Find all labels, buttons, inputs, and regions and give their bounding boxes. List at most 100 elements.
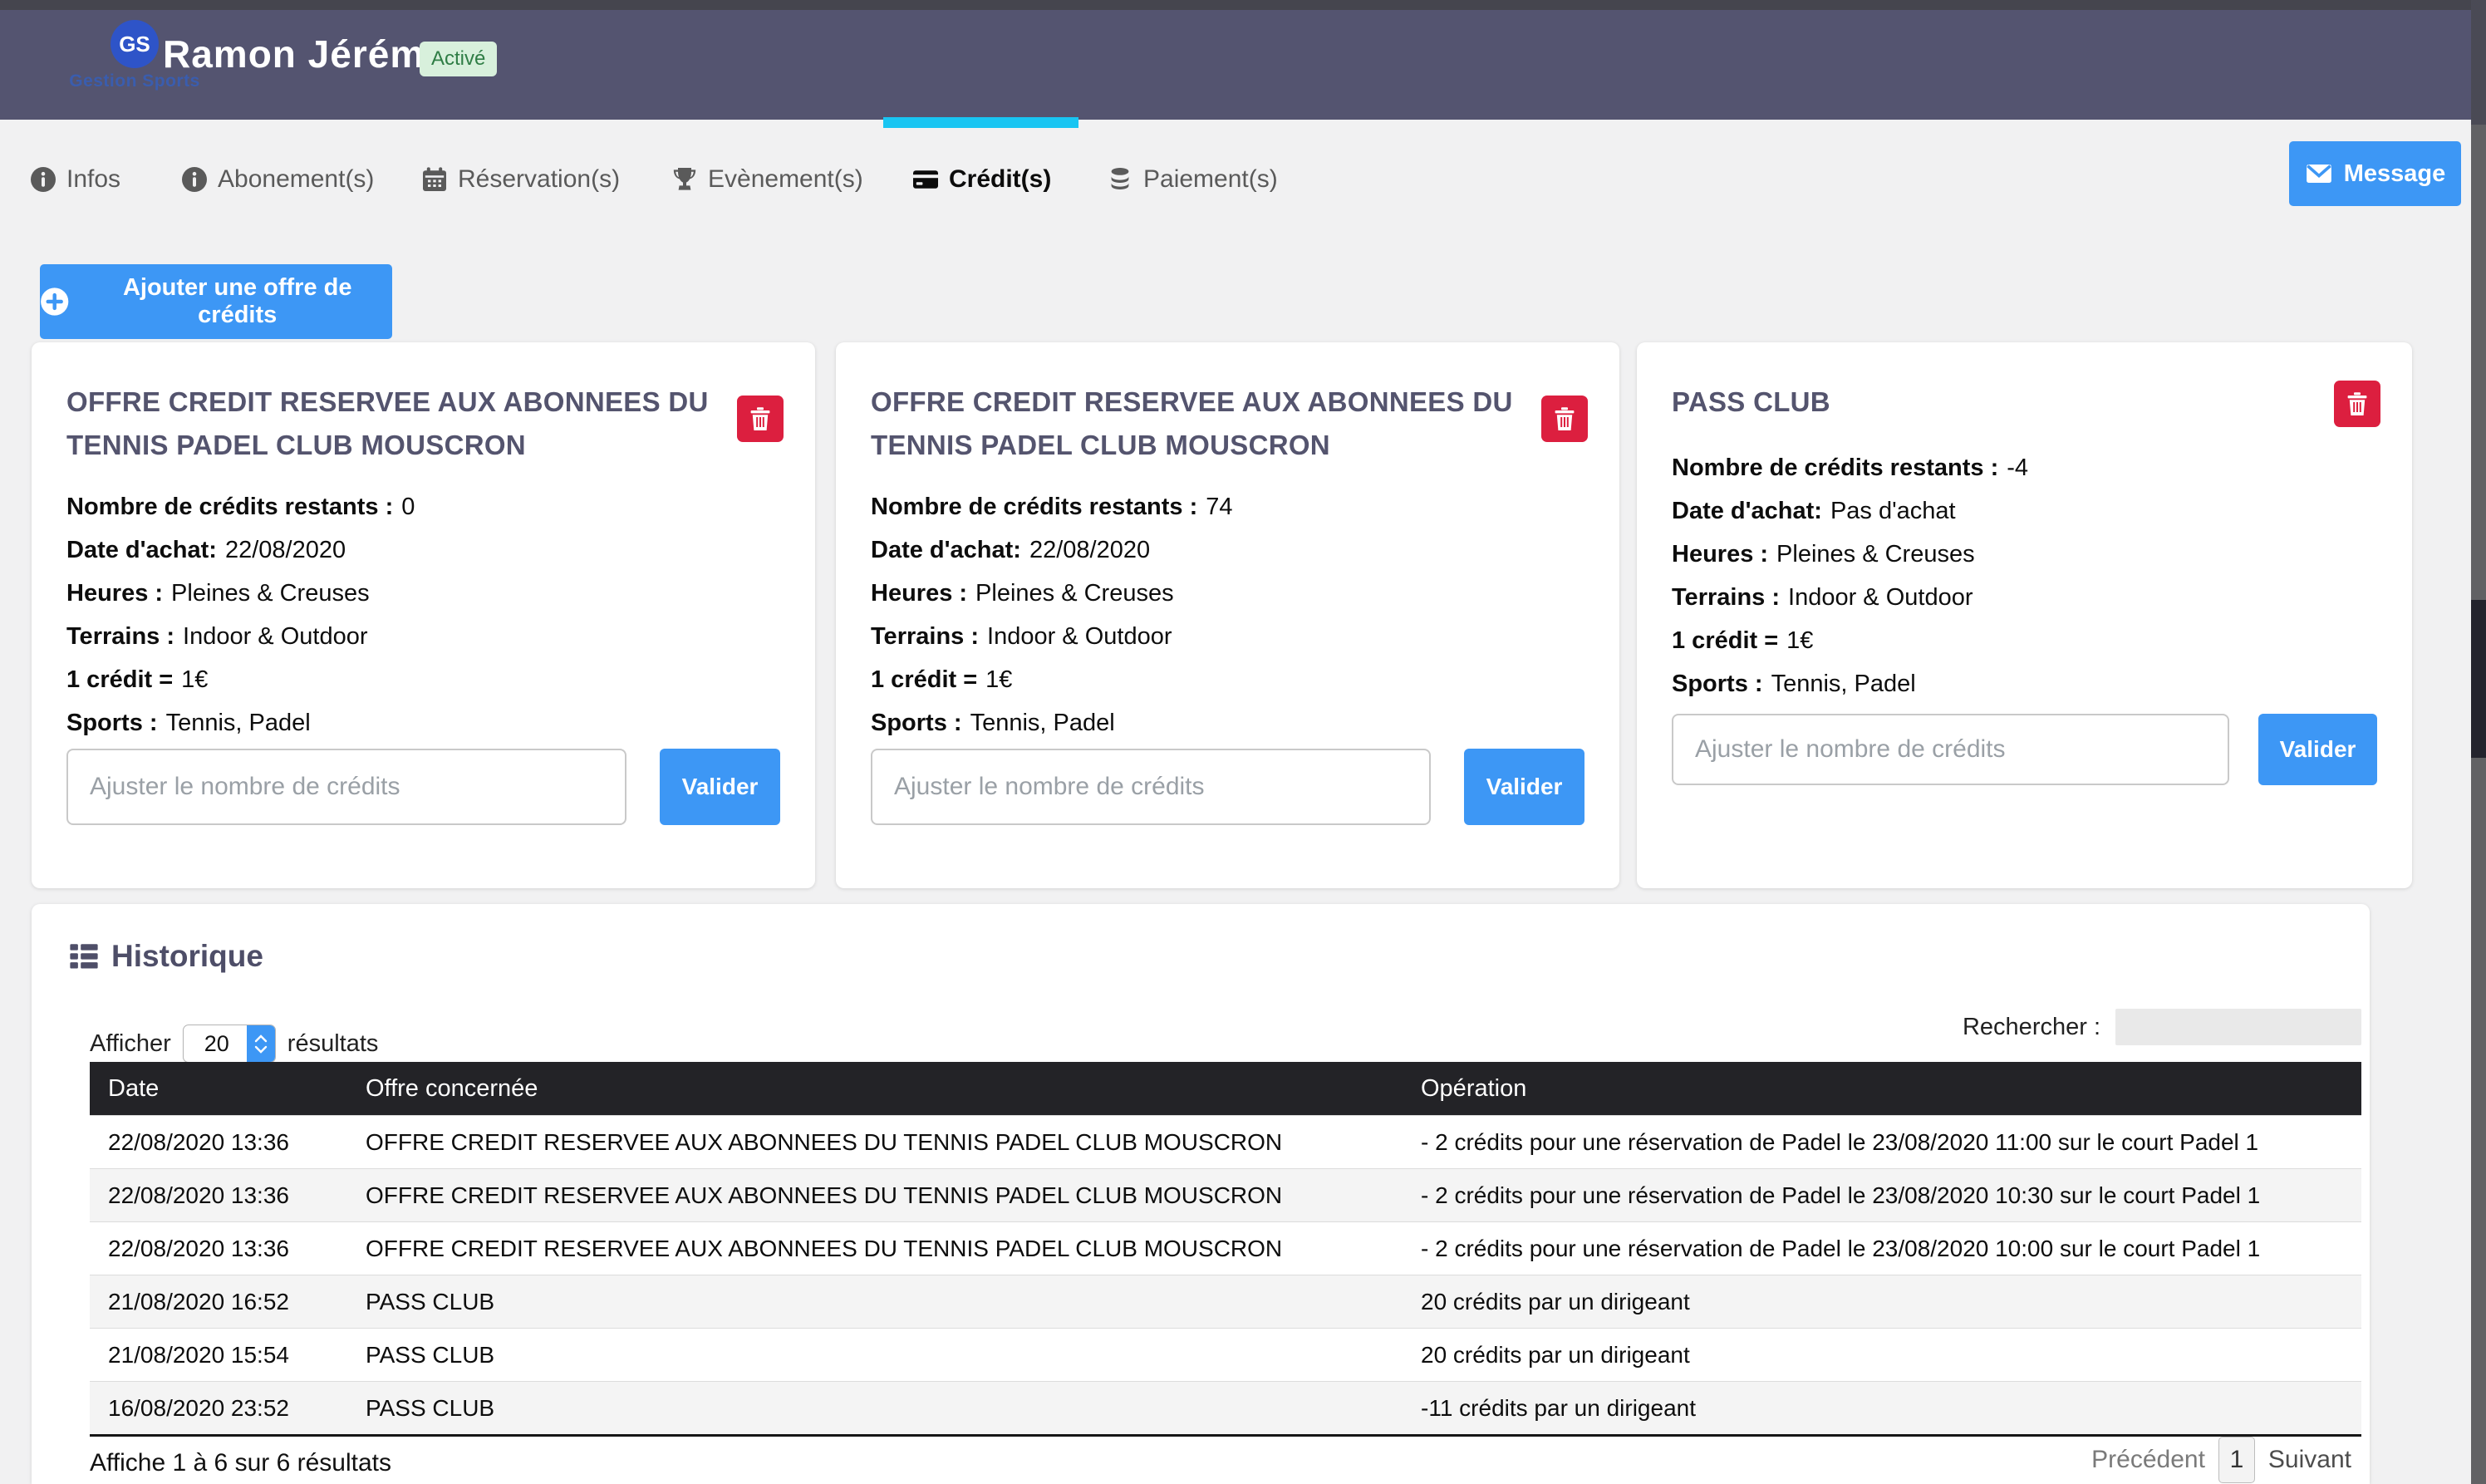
field-sports: Sports : Tennis, Padel [1672,662,2377,705]
field-credit-value: 1 crédit = 1€ [1672,619,2377,662]
cell-offer: OFFRE CREDIT RESERVEE AUX ABONNEES DU TE… [347,1182,1403,1209]
field-label: Heures : [66,580,163,607]
tab-label: Paiement(s) [1143,165,1278,194]
offer-fields: Nombre de crédits restants :0 Date d'ach… [66,485,780,744]
field-label: 1 crédit = [1672,627,1778,655]
cell-date: 16/08/2020 23:52 [90,1395,347,1422]
tab-reservations[interactable]: Réservation(s) [421,156,620,203]
adjust-credits-input[interactable] [1672,714,2229,785]
field-label: Nombre de crédits restants : [871,494,1197,521]
page-size-select[interactable]: 20 [183,1025,276,1063]
tab-credits[interactable]: Crédit(s) [912,156,1051,203]
field-value: 74 [1206,494,1232,521]
show-label: Afficher [90,1030,171,1058]
trash-icon [1551,405,1578,432]
table-row: 22/08/2020 13:36 OFFRE CREDIT RESERVEE A… [90,1168,2361,1221]
tab-infos[interactable]: Infos [30,156,120,203]
cell-offer: PASS CLUB [347,1342,1403,1369]
field-credit-value: 1 crédit =1€ [66,658,780,701]
pagination-page-1[interactable]: 1 [2218,1437,2255,1483]
column-header-operation: Opération [1403,1075,2361,1103]
tab-label: Crédit(s) [949,165,1051,194]
field-credits-remaining: Nombre de crédits restants :-4 [1672,446,2377,489]
scrollbar-track[interactable] [2471,0,2486,1484]
field-value: -4 [2007,455,2028,482]
field-hours: Heures :Pleines & Creuses [1672,533,2377,576]
field-value: Tennis, Padel [1771,671,1916,698]
cell-date: 22/08/2020 13:36 [90,1129,347,1156]
envelope-icon [2305,160,2333,188]
adjust-credits-input[interactable] [871,749,1431,825]
field-label: Heures : [871,580,967,607]
tab-label: Infos [66,165,120,194]
cell-operation: 20 crédits par un dirigeant [1403,1342,2361,1369]
field-value: 1€ [181,666,208,694]
field-label: Date d'achat: [1672,498,1822,525]
field-value: Indoor & Outdoor [987,623,1172,651]
chevron-down-icon [254,1045,268,1054]
field-value: Tennis, Padel [970,710,1115,737]
credit-offer-title: OFFRE CREDIT RESERVEE AUX ABONNEES DU TE… [871,381,1527,467]
field-courts: Terrains :Indoor & Outdoor [1672,576,2377,619]
cell-offer: OFFRE CREDIT RESERVEE AUX ABONNEES DU TE… [347,1236,1403,1262]
pagination-previous[interactable]: Précédent [2091,1446,2205,1474]
field-label: 1 crédit = [871,666,977,694]
delete-offer-button[interactable] [737,396,784,442]
field-label: Terrains : [1672,584,1780,612]
list-icon [68,941,100,972]
trash-icon [747,405,774,432]
history-title: Historique [111,939,263,974]
credit-offer-title: OFFRE CREDIT RESERVEE AUX ABONNEES DU TE… [66,381,723,467]
field-credit-value: 1 crédit =1€ [871,658,1584,701]
search-input[interactable] [2115,1009,2361,1045]
results-label: résultats [287,1030,379,1058]
field-label: Sports : [1672,671,1763,698]
adjust-credits-row: Valider [871,749,1584,825]
cell-date: 22/08/2020 13:36 [90,1182,347,1209]
field-courts: Terrains :Indoor & Outdoor [66,615,780,658]
pagination: Précédent 1 Suivant [2091,1436,2351,1484]
table-row: 16/08/2020 23:52 PASS CLUB -11 crédits p… [90,1381,2361,1434]
field-value: 22/08/2020 [225,537,346,564]
field-value: 1€ [1786,627,1813,655]
table-row: 22/08/2020 13:36 OFFRE CREDIT RESERVEE A… [90,1221,2361,1275]
delete-offer-button[interactable] [1541,396,1588,442]
message-button-label: Message [2344,160,2446,188]
field-credits-remaining: Nombre de crédits restants : 74 [871,485,1584,528]
valider-button[interactable]: Valider [1464,749,1584,825]
delete-offer-button[interactable] [2334,381,2380,427]
field-hours: Heures :Pleines & Creuses [66,572,780,615]
field-value: 22/08/2020 [1029,537,1150,564]
field-label: Sports : [66,710,158,737]
table-header-row: Date Offre concernée Opération [90,1062,2361,1115]
tab-evenements[interactable]: Evènement(s) [671,156,863,203]
top-strip [0,0,2486,10]
field-sports: Sports :Tennis, Padel [66,701,780,744]
tab-abonnements[interactable]: Abonement(s) [181,156,374,203]
scrollbar-thumb[interactable] [2471,600,2486,758]
plus-circle-icon [40,287,69,317]
field-hours: Heures :Pleines & Creuses [871,572,1584,615]
header-bar: GS Gestion Sports Ramon Jérémy Activé [0,0,2486,120]
tab-paiements[interactable]: Paiement(s) [1107,156,1278,203]
pagination-next[interactable]: Suivant [2268,1446,2351,1474]
valider-button[interactable]: Valider [2258,714,2377,785]
field-purchase-date: Date d'achat:Pas d'achat [1672,489,2377,533]
field-value: Indoor & Outdoor [183,623,367,651]
message-button[interactable]: Message [2289,141,2461,206]
search-row: Rechercher : [1963,1009,2361,1045]
add-credit-offer-button[interactable]: Ajouter une offre de crédits [40,264,392,339]
field-label: Date d'achat: [66,537,217,564]
cell-offer: OFFRE CREDIT RESERVEE AUX ABONNEES DU TE… [347,1129,1403,1156]
credit-offer-card: OFFRE CREDIT RESERVEE AUX ABONNEES DU TE… [32,342,815,888]
history-table: Date Offre concernée Opération 22/08/202… [90,1062,2361,1437]
page-title-user-name: Ramon Jérémy [163,32,447,76]
cell-date: 22/08/2020 13:36 [90,1236,347,1262]
field-label: Sports : [871,710,962,737]
cell-offer: PASS CLUB [347,1395,1403,1422]
add-credit-offer-label: Ajouter une offre de crédits [82,274,392,329]
valider-button[interactable]: Valider [660,749,780,825]
coins-icon [1107,166,1133,193]
adjust-credits-input[interactable] [66,749,626,825]
search-label: Rechercher : [1963,1014,2100,1041]
